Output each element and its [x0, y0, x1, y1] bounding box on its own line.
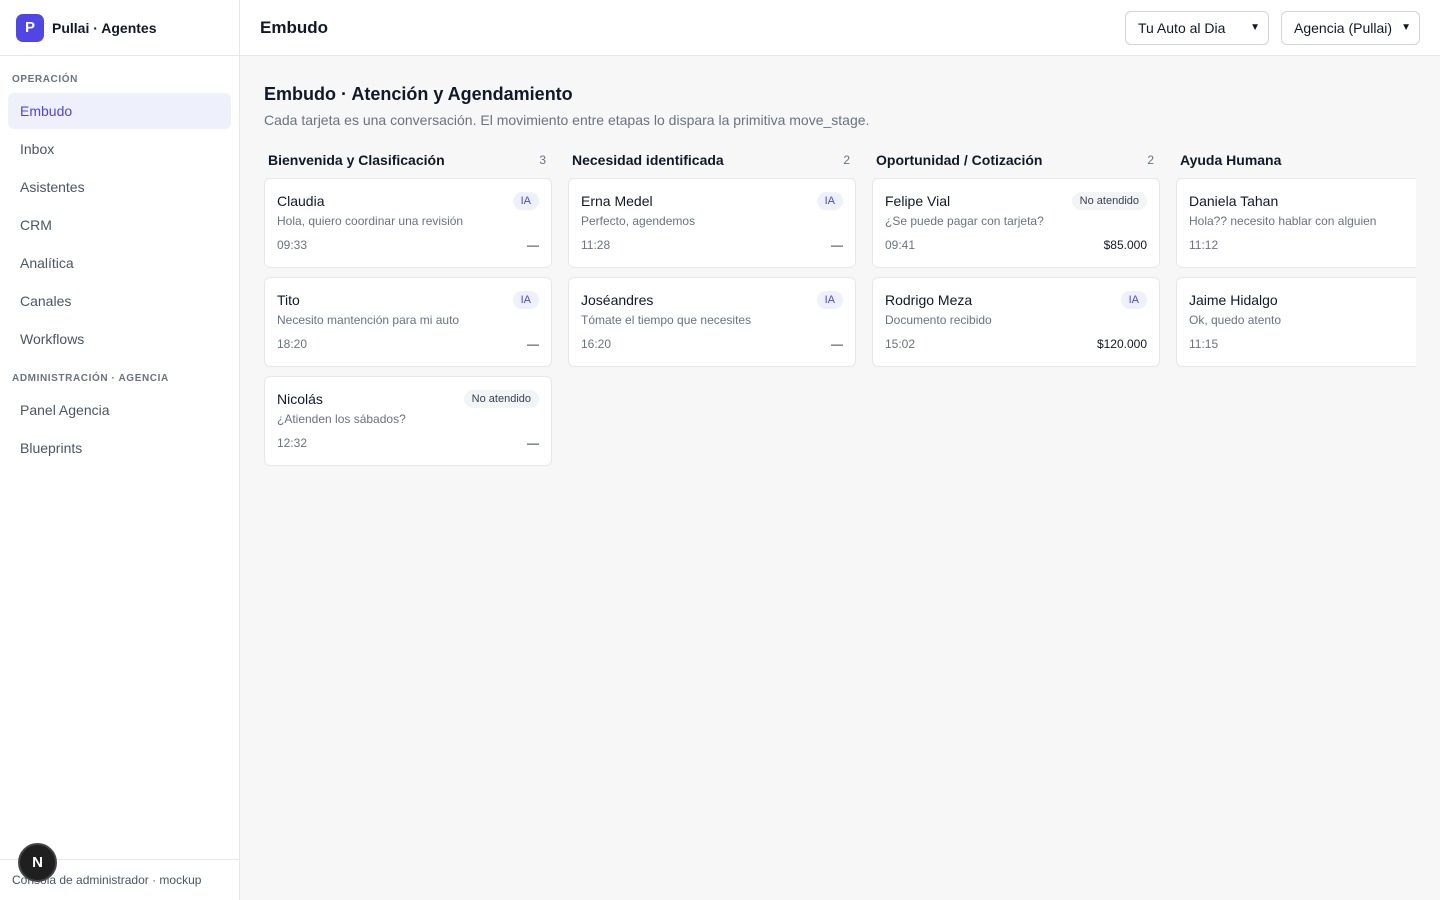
sidebar-item-workflows[interactable]: Workflows: [8, 321, 231, 357]
card-name: Joséandres: [581, 292, 654, 308]
column-title: Oportunidad / Cotización: [876, 152, 1043, 168]
agency-select[interactable]: Agencia (Pullai) ▼: [1281, 10, 1420, 45]
status-badge: IA: [1120, 291, 1147, 309]
card-name: Rodrigo Meza: [885, 292, 973, 308]
brand-logo-icon: P: [16, 13, 44, 42]
card-message: Perfecto, agendemos: [581, 214, 696, 228]
card-message: Hola?? necesito hablar con alguien: [1189, 214, 1377, 228]
tenant-select-value: Tu Auto al Dia: [1138, 19, 1226, 36]
card-amount: $85.000: [1103, 238, 1147, 252]
nav-heading-administracion: ADMINISTRACIÓN · AGENCIA: [12, 373, 169, 384]
card-amount: —: [527, 238, 539, 252]
card-time: 09:33: [277, 238, 308, 252]
brand-name: Pullai · Agentes: [52, 19, 157, 36]
kanban-board: Bienvenida y Clasificación 3 Claudia IA H…: [264, 148, 1416, 888]
chevron-down-icon: ▼: [1401, 22, 1411, 33]
card-message: Documento recibido: [885, 313, 992, 327]
conversation-card[interactable]: Daniela TahanHu Hola?? necesito hablar c…: [1176, 178, 1416, 268]
card-amount: —: [527, 337, 539, 351]
nav-heading-operacion: OPERACIÓN: [12, 74, 78, 85]
agency-select-value: Agencia (Pullai): [1294, 19, 1393, 36]
topbar: Embudo Tu Auto al Dia ▼ Agencia (Pullai)…: [240, 0, 1440, 56]
kanban-column: Bienvenida y Clasificación 3 Claudia IA H…: [264, 148, 552, 475]
column-title: Bienvenida y Clasificación: [268, 152, 445, 168]
card-message: ¿Atienden los sábados?: [277, 412, 406, 426]
page-subtitle: Cada tarjeta es una conversación. El mov…: [264, 112, 870, 128]
card-name: Nicolás: [277, 391, 323, 407]
card-message: Ok, quedo atento: [1189, 313, 1282, 327]
status-badge: IA: [816, 192, 843, 210]
card-time: 18:20: [277, 337, 308, 351]
column-header: Necesidad identificada 2: [568, 148, 856, 172]
conversation-card[interactable]: Felipe Vial No atendido ¿Se puede pagar c…: [872, 178, 1160, 268]
column-count: 3: [539, 153, 546, 167]
sidebar-item-embudo[interactable]: Embudo: [8, 93, 231, 129]
column-header: Ayuda Humana: [1176, 148, 1416, 172]
conversation-card[interactable]: Jaime HidalgoHu Ok, quedo atento 11:15: [1176, 277, 1416, 367]
card-amount: $120.000: [1096, 337, 1147, 351]
status-badge: No atendido: [1071, 192, 1147, 210]
page-title: Embudo · Atención y Agendamiento: [264, 84, 573, 104]
card-message: Hola, quiero coordinar una revisión: [277, 214, 464, 228]
card-time: 09:41: [885, 238, 916, 252]
card-time: 12:32: [277, 436, 308, 450]
kanban-column: Necesidad identificada 2 Erna Medel IA Pe…: [568, 148, 856, 376]
sidebar-item-canales[interactable]: Canales: [8, 283, 231, 319]
conversation-card[interactable]: Claudia IA Hola, quiero coordinar una rev…: [264, 178, 552, 268]
topbar-title: Embudo: [260, 17, 328, 37]
card-name: Daniela Tahan: [1189, 193, 1279, 209]
card-name: Jaime Hidalgo: [1189, 292, 1278, 308]
card-message: ¿Se puede pagar con tarjeta?: [885, 214, 1044, 228]
card-name: Felipe Vial: [885, 193, 951, 209]
main-content: Embudo · Atención y Agendamiento Cada ta…: [240, 56, 1440, 900]
conversation-card[interactable]: Joséandres IA Tómate el tiempo que necesi…: [568, 277, 856, 367]
column-title: Necesidad identificada: [572, 152, 724, 168]
sidebar: P Pullai · Agentes OPERACIÓN Embudo Inbo…: [0, 0, 240, 900]
conversation-card[interactable]: Tito IA Necesito mantención para mi auto …: [264, 277, 552, 367]
column-count: 2: [843, 153, 850, 167]
sidebar-item-panel-agencia[interactable]: Panel Agencia: [8, 392, 231, 428]
column-count: 2: [1147, 153, 1154, 167]
card-message: Necesito mantención para mi auto: [277, 313, 460, 327]
tenant-select[interactable]: Tu Auto al Dia ▼: [1125, 10, 1269, 45]
column-header: Oportunidad / Cotización 2: [872, 148, 1160, 172]
nav-section-administracion: Panel Agencia Blueprints: [0, 392, 239, 466]
sidebar-item-analitica[interactable]: Analítica: [8, 245, 231, 281]
status-badge: IA: [512, 192, 539, 210]
sidebar-item-asistentes[interactable]: Asistentes: [8, 169, 231, 205]
card-time: 11:15: [1189, 337, 1219, 351]
dev-badge-icon[interactable]: N: [18, 843, 57, 882]
card-time: 15:02: [885, 337, 916, 351]
sidebar-item-inbox[interactable]: Inbox: [8, 131, 231, 167]
card-time: 16:20: [581, 337, 612, 351]
card-name: Tito: [277, 292, 300, 308]
kanban-column: Ayuda Humana Daniela TahanHu Hola?? nece…: [1176, 148, 1416, 376]
column-header: Bienvenida y Clasificación 3: [264, 148, 552, 172]
nav-section-operacion: Embudo Inbox Asistentes CRM Analítica Ca…: [0, 93, 239, 357]
card-message: Tómate el tiempo que necesites: [581, 313, 752, 327]
topbar-selects: Tu Auto al Dia ▼ Agencia (Pullai) ▼: [1125, 10, 1420, 45]
sidebar-item-crm[interactable]: CRM: [8, 207, 231, 243]
card-amount: —: [831, 238, 843, 252]
conversation-card[interactable]: Erna Medel IA Perfecto, agendemos 11:28 —: [568, 178, 856, 268]
status-badge: IA: [512, 291, 539, 309]
card-name: Claudia: [277, 193, 325, 209]
conversation-card[interactable]: Nicolás No atendido ¿Atienden los sábados…: [264, 376, 552, 466]
sidebar-item-blueprints[interactable]: Blueprints: [8, 430, 231, 466]
card-name: Erna Medel: [581, 193, 653, 209]
status-badge: IA: [816, 291, 843, 309]
kanban-column: Oportunidad / Cotización 2 Felipe Vial No…: [872, 148, 1160, 376]
brand[interactable]: P Pullai · Agentes: [0, 0, 239, 56]
conversation-card[interactable]: Rodrigo Meza IA Documento recibido 15:02 $…: [872, 277, 1160, 367]
card-time: 11:28: [581, 238, 611, 252]
card-amount: —: [831, 337, 843, 351]
card-time: 11:12: [1189, 238, 1219, 252]
chevron-down-icon: ▼: [1250, 22, 1260, 33]
status-badge: No atendido: [463, 390, 539, 408]
card-amount: —: [527, 436, 539, 450]
column-title: Ayuda Humana: [1180, 152, 1282, 168]
